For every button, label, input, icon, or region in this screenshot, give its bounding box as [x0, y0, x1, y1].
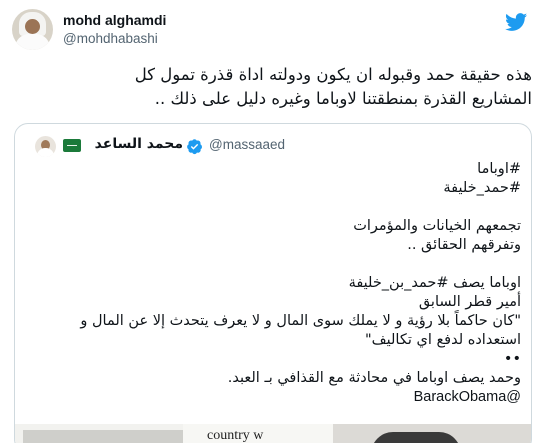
- mention-link[interactable]: @BarackObama: [27, 388, 521, 407]
- quoted-media-preview[interactable]: country w: [15, 424, 531, 443]
- media-photo-left: [23, 430, 183, 443]
- quoted-author-display-name[interactable]: محمد الساعد: [91, 136, 183, 152]
- verified-badge-icon: [187, 139, 203, 155]
- quoted-author-avatar[interactable]: [35, 136, 56, 157]
- quoted-text-line: "كان حاكماً بلا رؤية و لا يملك سوى المال…: [80, 313, 521, 329]
- quoted-tweet-text: #اوباما #حمد_خليفة تجمعهم الخيانات والمؤ…: [27, 160, 521, 407]
- saudi-flag-icon: [63, 139, 81, 152]
- quoted-tweet[interactable]: محمد الساعد @massaaed #اوباما #حمد_خليفة…: [14, 123, 532, 443]
- quoted-text-line: وتفرقهم الحقائق ..: [407, 237, 521, 253]
- twitter-bird-icon[interactable]: [504, 11, 529, 33]
- tweet-text-line: هذه حقيقة حمد وقبوله ان يكون ودولته اداة…: [134, 65, 532, 84]
- quoted-text-line: استعداده لدفع اي تكاليف": [364, 332, 521, 348]
- quoted-text-line: اوباما يصف #حمد_بن_خليفة: [348, 275, 521, 291]
- hashtag-link[interactable]: #اوباما: [27, 160, 521, 179]
- tweet-card: mohd alghamdi @mohdhabashi هذه حقيقة حمد…: [0, 0, 546, 443]
- quoted-text-line: أمير قطر السابق: [418, 294, 521, 310]
- author-display-name[interactable]: mohd alghamdi: [63, 12, 166, 28]
- media-person-silhouette: [371, 432, 461, 443]
- user-avatar[interactable]: [12, 9, 53, 50]
- quoted-author-handle[interactable]: @massaaed: [209, 137, 285, 152]
- author-handle[interactable]: @mohdhabashi: [63, 31, 158, 46]
- quoted-text-line: وحمد يصف اوباما في محادثة مع القذافي بـ …: [227, 370, 521, 386]
- quoted-text-line: تجمعهم الخيانات والمؤمرات: [353, 218, 521, 234]
- quoted-tweet-header: محمد الساعد @massaaed: [15, 136, 519, 157]
- quoted-text-line: ••: [503, 351, 521, 367]
- tweet-text-line: المشاريع القذرة بمنطقتنا لاوباما وغيره د…: [154, 89, 532, 108]
- hashtag-link[interactable]: #حمد_خليفة: [27, 179, 521, 198]
- media-caption-text: country w: [207, 428, 264, 443]
- tweet-text: هذه حقيقة حمد وقبوله ان يكون ودولته اداة…: [14, 63, 532, 111]
